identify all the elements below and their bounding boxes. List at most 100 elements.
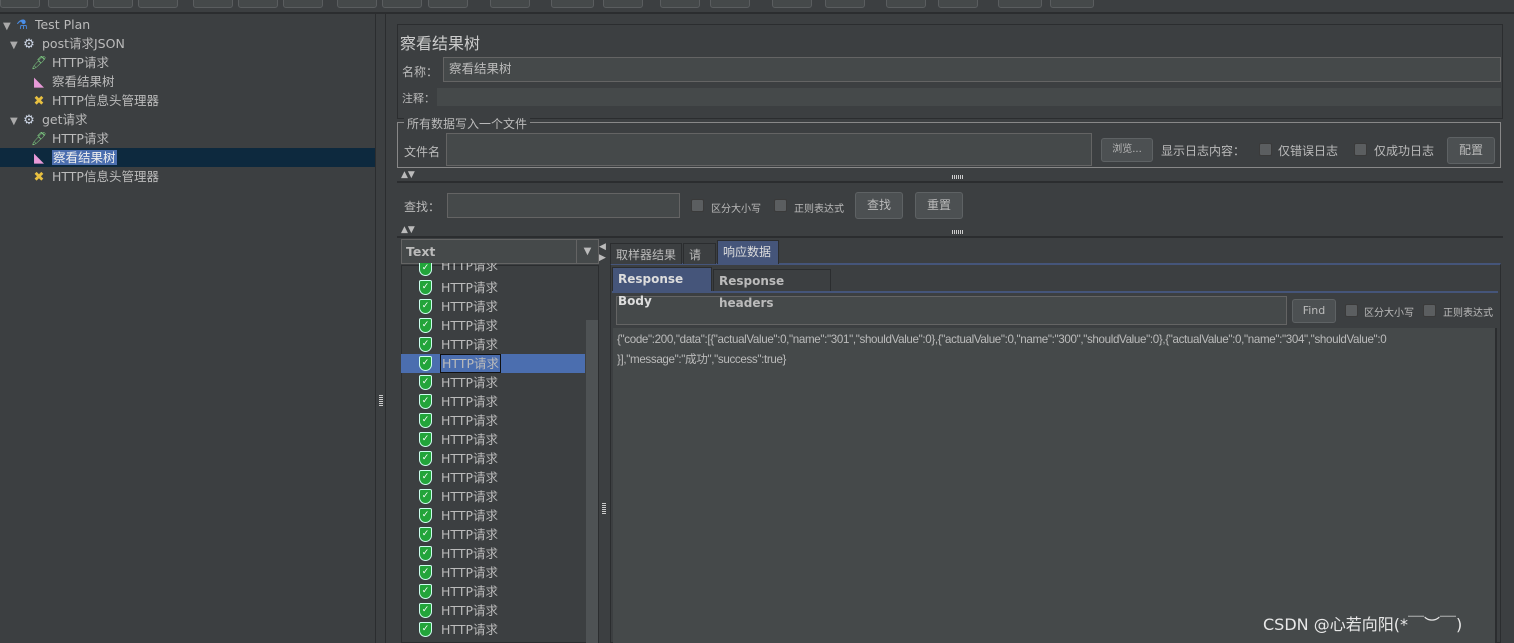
result-item[interactable]: ✓ HTTP请求 [401, 392, 585, 411]
result-item-label: HTTP请求 [441, 263, 498, 273]
case-sensitive-checkbox[interactable] [691, 199, 704, 212]
success-shield-icon: ✓ [419, 546, 432, 561]
case-sensitive-label: 区分大小写 [711, 204, 761, 215]
response-regex-checkbox[interactable] [1423, 304, 1436, 317]
result-item-label: HTTP请求 [441, 565, 498, 580]
splitter[interactable] [376, 14, 386, 643]
tree-node[interactable]: ✖ HTTP信息头管理器 [30, 91, 159, 110]
result-item[interactable]: ✓ HTTP请求 [401, 335, 585, 354]
tree-node-label: HTTP请求 [51, 55, 109, 70]
toolbar-button[interactable] [428, 0, 468, 8]
tab-1[interactable]: 请求 [683, 243, 716, 284]
success-only-checkbox[interactable] [1354, 143, 1367, 156]
tree-node[interactable]: ▼ ⚙ post请求JSON [10, 34, 125, 53]
search-input[interactable] [447, 193, 680, 218]
collapse-arrows-icon[interactable]: ▲▼ [401, 170, 415, 180]
tree-node[interactable]: ◣ 察看结果树 [30, 72, 115, 91]
tree-node[interactable]: 🖊 HTTP请求 [30, 129, 109, 148]
toolbar-button[interactable] [238, 0, 278, 8]
toolbar-button[interactable] [138, 0, 178, 8]
result-item[interactable]: ✓ HTTP请求 [401, 525, 585, 544]
filename-input[interactable] [446, 133, 1092, 166]
result-item[interactable]: ✓ HTTP请求 [401, 582, 585, 601]
splitter-grip[interactable] [952, 230, 964, 234]
subtab-0[interactable]: Response Body [612, 267, 712, 308]
comment-input[interactable] [437, 88, 1501, 106]
splitter-grip[interactable] [952, 175, 964, 179]
result-item-label: HTTP请求 [440, 354, 501, 373]
result-item-label: HTTP请求 [441, 337, 498, 352]
tree-node[interactable]: ◣ 察看结果树 [0, 148, 375, 167]
result-item[interactable]: ✓ HTTP请求 [401, 263, 585, 277]
reset-button[interactable]: 重置 [915, 192, 963, 219]
toolbar-button[interactable] [0, 0, 40, 8]
pipette-icon: 🖊 [30, 131, 48, 147]
toolbar-button[interactable] [710, 0, 750, 8]
toolbar-button[interactable] [283, 0, 323, 8]
result-item[interactable]: ✓ HTTP请求 [401, 544, 585, 563]
result-item[interactable]: ✓ HTTP请求 [401, 506, 585, 525]
result-item[interactable]: ✓ HTTP请求 [401, 373, 585, 392]
toolbar-button[interactable] [1050, 0, 1094, 8]
toolbar-button[interactable] [660, 0, 700, 8]
success-shield-icon: ✓ [419, 394, 432, 409]
name-input[interactable]: 察看结果树 [443, 57, 1501, 82]
tree-node[interactable]: ✖ HTTP信息头管理器 [30, 167, 159, 186]
success-shield-icon: ✓ [419, 603, 432, 618]
toolbar-button[interactable] [337, 0, 377, 8]
toolbar-button[interactable] [886, 0, 926, 8]
toolbar-button[interactable] [938, 0, 978, 8]
toolbar-button[interactable] [998, 0, 1042, 8]
result-item[interactable]: ✓ HTTP请求 [401, 487, 585, 506]
response-body[interactable]: {"code":200,"data":[{"actualValue":0,"na… [613, 328, 1497, 643]
toolbar-button[interactable] [193, 0, 233, 8]
splitter-grip[interactable] [602, 502, 606, 514]
toolbar-button[interactable] [490, 0, 530, 8]
success-shield-icon: ✓ [419, 263, 432, 276]
success-shield-icon: ✓ [419, 337, 432, 352]
result-item[interactable]: ✓ HTTP请求 [401, 468, 585, 487]
browse-button[interactable]: 浏览... [1101, 138, 1153, 162]
toolbar-button[interactable] [382, 0, 422, 8]
collapse-arrows-icon[interactable]: ▲▼ [401, 225, 415, 235]
result-item[interactable]: ✓ HTTP请求 [401, 411, 585, 430]
toolbar-button[interactable] [772, 0, 812, 8]
response-find-button[interactable]: Find [1292, 299, 1336, 323]
result-item[interactable]: ✓ HTTP请求 [401, 449, 585, 468]
toolbar-button[interactable] [93, 0, 133, 8]
chart-icon: ◣ [34, 74, 44, 90]
tab-0[interactable]: 取样器结果 [610, 243, 682, 264]
renderer-select[interactable]: Text ▼ [401, 239, 599, 264]
toolbar-button[interactable] [825, 0, 865, 8]
result-item[interactable]: ✓ HTTP请求 [401, 563, 585, 582]
gear-icon: ⚙ [23, 112, 35, 128]
tree-node[interactable]: 🖊 HTTP请求 [30, 53, 109, 72]
chevron-down-icon[interactable]: ▼ [576, 240, 598, 263]
toolbar-button[interactable] [603, 0, 643, 8]
tree-node[interactable]: ▼ ⚗ Test Plan [3, 15, 90, 34]
test-plan-tree[interactable]: ▼ ⚗ Test Plan ▼ ⚙ post请求JSON 🖊 HTTP请求 ◣ 察看结果树… [0, 14, 376, 643]
response-case-checkbox[interactable] [1345, 304, 1358, 317]
result-item[interactable]: ✓ HTTP请求 [401, 297, 585, 316]
subtab-1[interactable]: Response headers [713, 269, 831, 310]
find-button[interactable]: 查找 [855, 192, 903, 219]
result-item[interactable]: ✓ HTTP请求 [401, 430, 585, 449]
result-item[interactable]: ✓ HTTP请求 [401, 354, 585, 373]
response-find-input[interactable] [616, 296, 1287, 325]
expand-triangle-icon[interactable]: ▼ [10, 112, 20, 131]
configure-button[interactable]: 配置 [1447, 137, 1495, 164]
regex-checkbox[interactable] [774, 199, 787, 212]
result-item[interactable]: ✓ HTTP请求 [401, 601, 585, 620]
tree-node-label: HTTP信息头管理器 [51, 169, 159, 184]
result-item[interactable]: ✓ HTTP请求 [401, 278, 585, 297]
toolbar-button[interactable] [551, 0, 594, 8]
tab-2[interactable]: 响应数据 [717, 240, 779, 264]
errors-only-checkbox[interactable] [1259, 143, 1272, 156]
results-scrollbar[interactable] [586, 320, 598, 643]
expand-triangle-icon[interactable]: ▼ [10, 36, 20, 55]
toolbar-button[interactable] [48, 0, 88, 8]
tree-node[interactable]: ▼ ⚙ get请求 [10, 110, 88, 129]
result-item[interactable]: ✓ HTTP请求 [401, 316, 585, 335]
split-arrows-icon[interactable]: ◀ ▶ [599, 242, 606, 264]
result-item[interactable]: ✓ HTTP请求 [401, 620, 585, 639]
